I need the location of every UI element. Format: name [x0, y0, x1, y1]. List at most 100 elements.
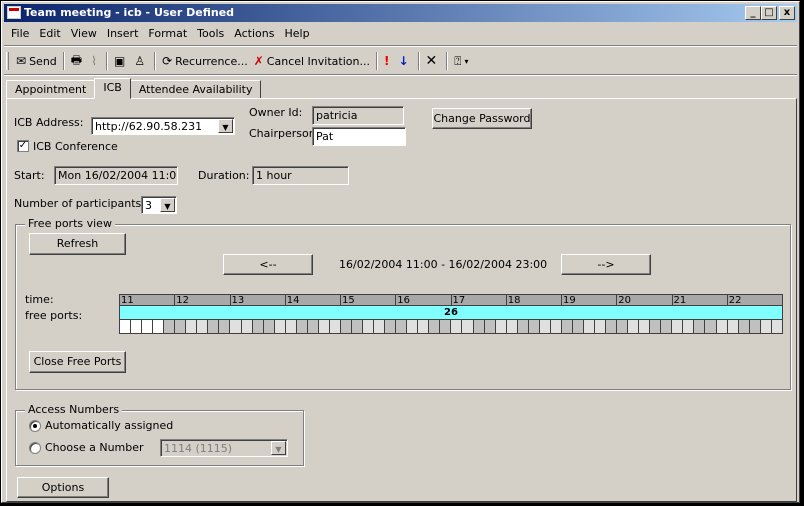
time-slot[interactable] — [328, 320, 340, 333]
time-slot[interactable] — [594, 320, 606, 333]
time-slot[interactable] — [317, 320, 329, 333]
tab-attendee-availability[interactable]: Attendee Availability — [129, 80, 262, 99]
time-slot[interactable] — [737, 320, 749, 333]
options-button[interactable]: Options — [17, 477, 109, 498]
time-slot[interactable] — [185, 320, 197, 333]
time-slot[interactable] — [306, 320, 318, 333]
time-slot[interactable] — [163, 320, 175, 333]
time-slot[interactable] — [571, 320, 583, 333]
menu-file[interactable]: File — [6, 25, 34, 43]
dropdown-arrow-icon[interactable]: ▼ — [271, 441, 286, 455]
time-slot[interactable] — [461, 320, 473, 333]
time-slot[interactable] — [130, 320, 142, 333]
time-slot[interactable] — [262, 320, 274, 333]
participants-select[interactable]: 3 ▼ — [141, 196, 177, 214]
auto-assigned-radio[interactable] — [29, 420, 41, 432]
menu-insert[interactable]: Insert — [102, 25, 144, 43]
time-slot[interactable] — [726, 320, 738, 333]
time-slot[interactable] — [350, 320, 363, 333]
dropdown-arrow-icon[interactable]: ▼ — [160, 198, 175, 212]
chairperson-field[interactable]: Pat — [312, 127, 406, 146]
close-button[interactable]: x — [779, 6, 795, 20]
time-slot[interactable] — [616, 320, 628, 333]
refresh-button[interactable]: Refresh — [29, 233, 126, 255]
time-slot[interactable] — [362, 320, 374, 333]
menu-view[interactable]: View — [66, 25, 102, 43]
title-bar[interactable]: Team meeting - icb - User Defined _ □ x — [4, 4, 797, 22]
time-slot[interactable] — [516, 320, 528, 333]
send-button[interactable]: ✉ Send — [13, 51, 60, 71]
high-importance-button[interactable]: ! — [381, 51, 395, 71]
cancel-invitation-button[interactable]: ✗ Cancel Invitation... — [251, 51, 373, 71]
recurrence-button[interactable]: ⟳ Recurrence... — [159, 51, 251, 71]
time-slot[interactable] — [284, 320, 296, 333]
time-slot[interactable] — [715, 320, 727, 333]
maximize-button[interactable]: □ — [761, 6, 777, 20]
time-slot[interactable] — [152, 320, 164, 333]
time-slot[interactable] — [472, 320, 484, 333]
time-slot[interactable] — [770, 320, 782, 333]
time-slot[interactable] — [627, 320, 639, 333]
time-slot[interactable] — [759, 320, 771, 333]
time-slot[interactable] — [174, 320, 186, 333]
time-slot[interactable] — [671, 320, 683, 333]
time-slot[interactable] — [605, 320, 617, 333]
time-slot[interactable] — [748, 320, 760, 333]
time-slot[interactable] — [549, 320, 561, 333]
check-names-button[interactable]: ♙ — [131, 51, 151, 71]
previous-period-button[interactable]: <-- — [223, 254, 313, 275]
time-slot[interactable] — [505, 320, 517, 333]
icb-conference-checkbox[interactable]: ✓ — [17, 140, 29, 152]
time-slot[interactable] — [417, 320, 429, 333]
attach-button[interactable]: ⌇ — [88, 51, 103, 71]
menu-help[interactable]: Help — [279, 25, 314, 43]
time-slot[interactable] — [196, 320, 208, 333]
menu-tools[interactable]: Tools — [192, 25, 229, 43]
time-slot[interactable] — [649, 320, 661, 333]
time-slot[interactable] — [538, 320, 550, 333]
number-select[interactable]: 1114 (1115) ▼ — [160, 439, 288, 457]
time-slot[interactable] — [295, 320, 307, 333]
time-slot[interactable] — [660, 320, 672, 333]
time-slot[interactable] — [229, 320, 241, 333]
time-slot[interactable] — [693, 320, 705, 333]
change-password-button[interactable]: Change Password — [432, 108, 532, 129]
time-slot[interactable] — [207, 320, 219, 333]
time-slot[interactable] — [582, 320, 595, 333]
low-importance-button[interactable]: ↓ — [395, 51, 414, 71]
time-slot[interactable] — [251, 320, 263, 333]
time-slot[interactable] — [560, 320, 572, 333]
close-free-ports-button[interactable]: Close Free Ports — [29, 351, 126, 373]
choose-number-radio[interactable] — [29, 442, 41, 454]
icb-address-select[interactable]: http://62.90.58.231 ▼ — [91, 117, 235, 135]
time-slot[interactable] — [339, 320, 351, 333]
tab-icb[interactable]: ICB — [94, 78, 131, 99]
delete-button[interactable]: ✕ — [423, 51, 444, 71]
time-slot[interactable] — [704, 320, 716, 333]
time-slot[interactable] — [494, 320, 506, 333]
time-slot[interactable] — [384, 320, 396, 333]
invite-attendees-button[interactable]: ▣ — [111, 51, 131, 71]
time-slot[interactable] — [240, 320, 252, 333]
menu-actions[interactable]: Actions — [229, 25, 279, 43]
time-slot[interactable] — [120, 320, 131, 333]
print-button[interactable]: 🖶 — [68, 51, 88, 71]
time-slot[interactable] — [450, 320, 462, 333]
time-slot[interactable] — [218, 320, 230, 333]
menu-format[interactable]: Format — [143, 25, 192, 43]
minimize-button[interactable]: _ — [745, 6, 761, 20]
time-slot[interactable] — [395, 320, 407, 333]
time-slot[interactable] — [428, 320, 440, 333]
time-slot[interactable] — [527, 320, 539, 333]
time-slot[interactable] — [439, 320, 451, 333]
time-slot[interactable] — [273, 320, 285, 333]
next-period-button[interactable]: --> — [561, 254, 651, 275]
toolbar-grip[interactable] — [6, 52, 9, 70]
time-slot[interactable] — [406, 320, 418, 333]
dropdown-arrow-icon[interactable]: ▼ — [218, 119, 233, 133]
menu-edit[interactable]: Edit — [34, 25, 65, 43]
time-slot[interactable] — [682, 320, 694, 333]
tab-appointment[interactable]: Appointment — [6, 80, 96, 99]
time-slot[interactable] — [373, 320, 385, 333]
time-slot[interactable] — [141, 320, 153, 333]
